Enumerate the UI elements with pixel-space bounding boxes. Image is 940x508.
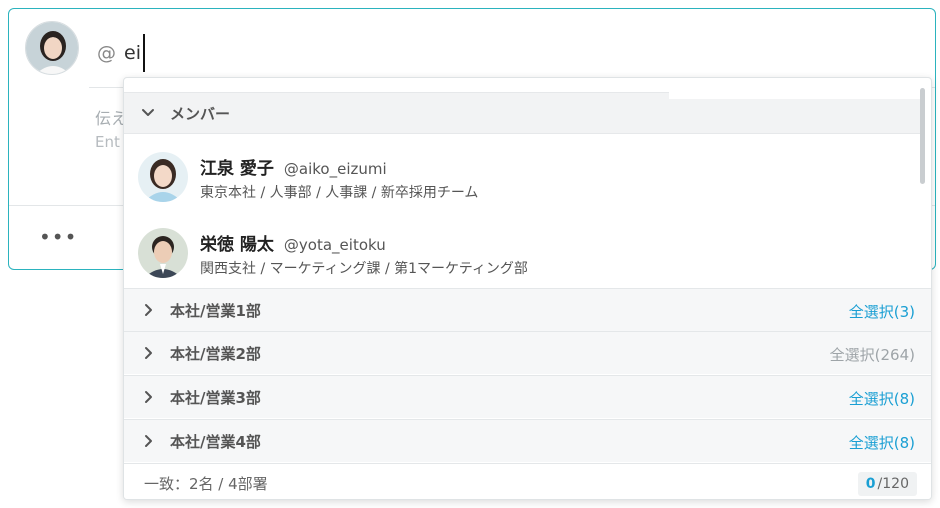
group-label: 本社/営業4部 [170,432,261,451]
match-count-text: 一致：2名 / 4部署 [144,475,268,493]
more-dots-icon[interactable]: ••• [39,227,77,247]
dropdown-status-bar: 一致：2名 / 4部署 0 /120 [124,463,931,499]
member-name-text: 栄徳 陽太 [200,235,274,255]
group-label: 本社/営業2部 [170,344,261,363]
member-avatar [138,152,188,202]
selection-limit: /120 [877,476,909,492]
mention-input[interactable]: @ ei [97,33,145,73]
member-name: 栄徳 陽太 @yota_eitoku [200,230,386,255]
group-row-sales-3[interactable]: 本社/営業3部 全選択(8) [124,375,931,418]
group-row-sales-1[interactable]: 本社/営業1部 全選択(3) [124,288,931,331]
member-department: 東京本社 / 人事部 / 人事課 / 新卒採用チーム [200,185,479,201]
member-department: 関西支社 / マーケティング課 / 第1マーケティング部 [200,261,528,277]
members-section-header-extension [669,99,921,134]
message-placeholder-secondary: Ent [95,133,120,151]
text-caret [142,34,145,72]
select-all-link[interactable]: 全選択(3) [849,301,915,322]
chevron-right-icon [138,431,158,451]
group-label: 本社/営業1部 [170,301,261,320]
group-row-sales-2[interactable]: 本社/営業2部 全選択(264) [124,331,931,374]
mention-query-text: ei [124,42,141,64]
members-section-header[interactable]: メンバー [124,92,669,134]
member-suggestion-item[interactable]: 江泉 愛子 @aiko_eizumi 東京本社 / 人事部 / 人事課 / 新卒採… [124,142,921,218]
current-user-avatar [25,21,79,75]
member-handle: @aiko_eizumi [283,160,387,178]
select-all-link-disabled: 全選択(264) [829,346,915,364]
member-name-text: 江泉 愛子 [200,159,274,179]
selection-counter: 0 /120 [857,472,917,496]
chevron-right-icon [138,387,158,407]
select-all-link[interactable]: 全選択(8) [849,432,915,453]
group-row-sales-4[interactable]: 本社/営業4部 全選択(8) [124,419,931,462]
mention-at-symbol: @ [97,42,116,64]
chevron-down-icon [138,103,158,123]
group-label: 本社/営業3部 [170,388,261,407]
member-avatar [138,228,188,278]
member-suggestion-item[interactable]: 栄徳 陽太 @yota_eitoku 関西支社 / マーケティング課 / 第1マー… [124,218,921,294]
chevron-right-icon [138,300,158,320]
selection-count: 0 [865,476,876,492]
member-handle: @yota_eitoku [283,236,386,254]
chevron-right-icon [138,343,158,363]
members-section-label: メンバー [170,104,231,123]
select-all-link[interactable]: 全選択(8) [849,388,915,409]
member-name: 江泉 愛子 @aiko_eizumi [200,154,387,179]
mention-suggestion-dropdown: メンバー 江泉 愛子 @aiko_eizumi 東京本社 / 人事部 / 人事課 … [123,77,932,500]
